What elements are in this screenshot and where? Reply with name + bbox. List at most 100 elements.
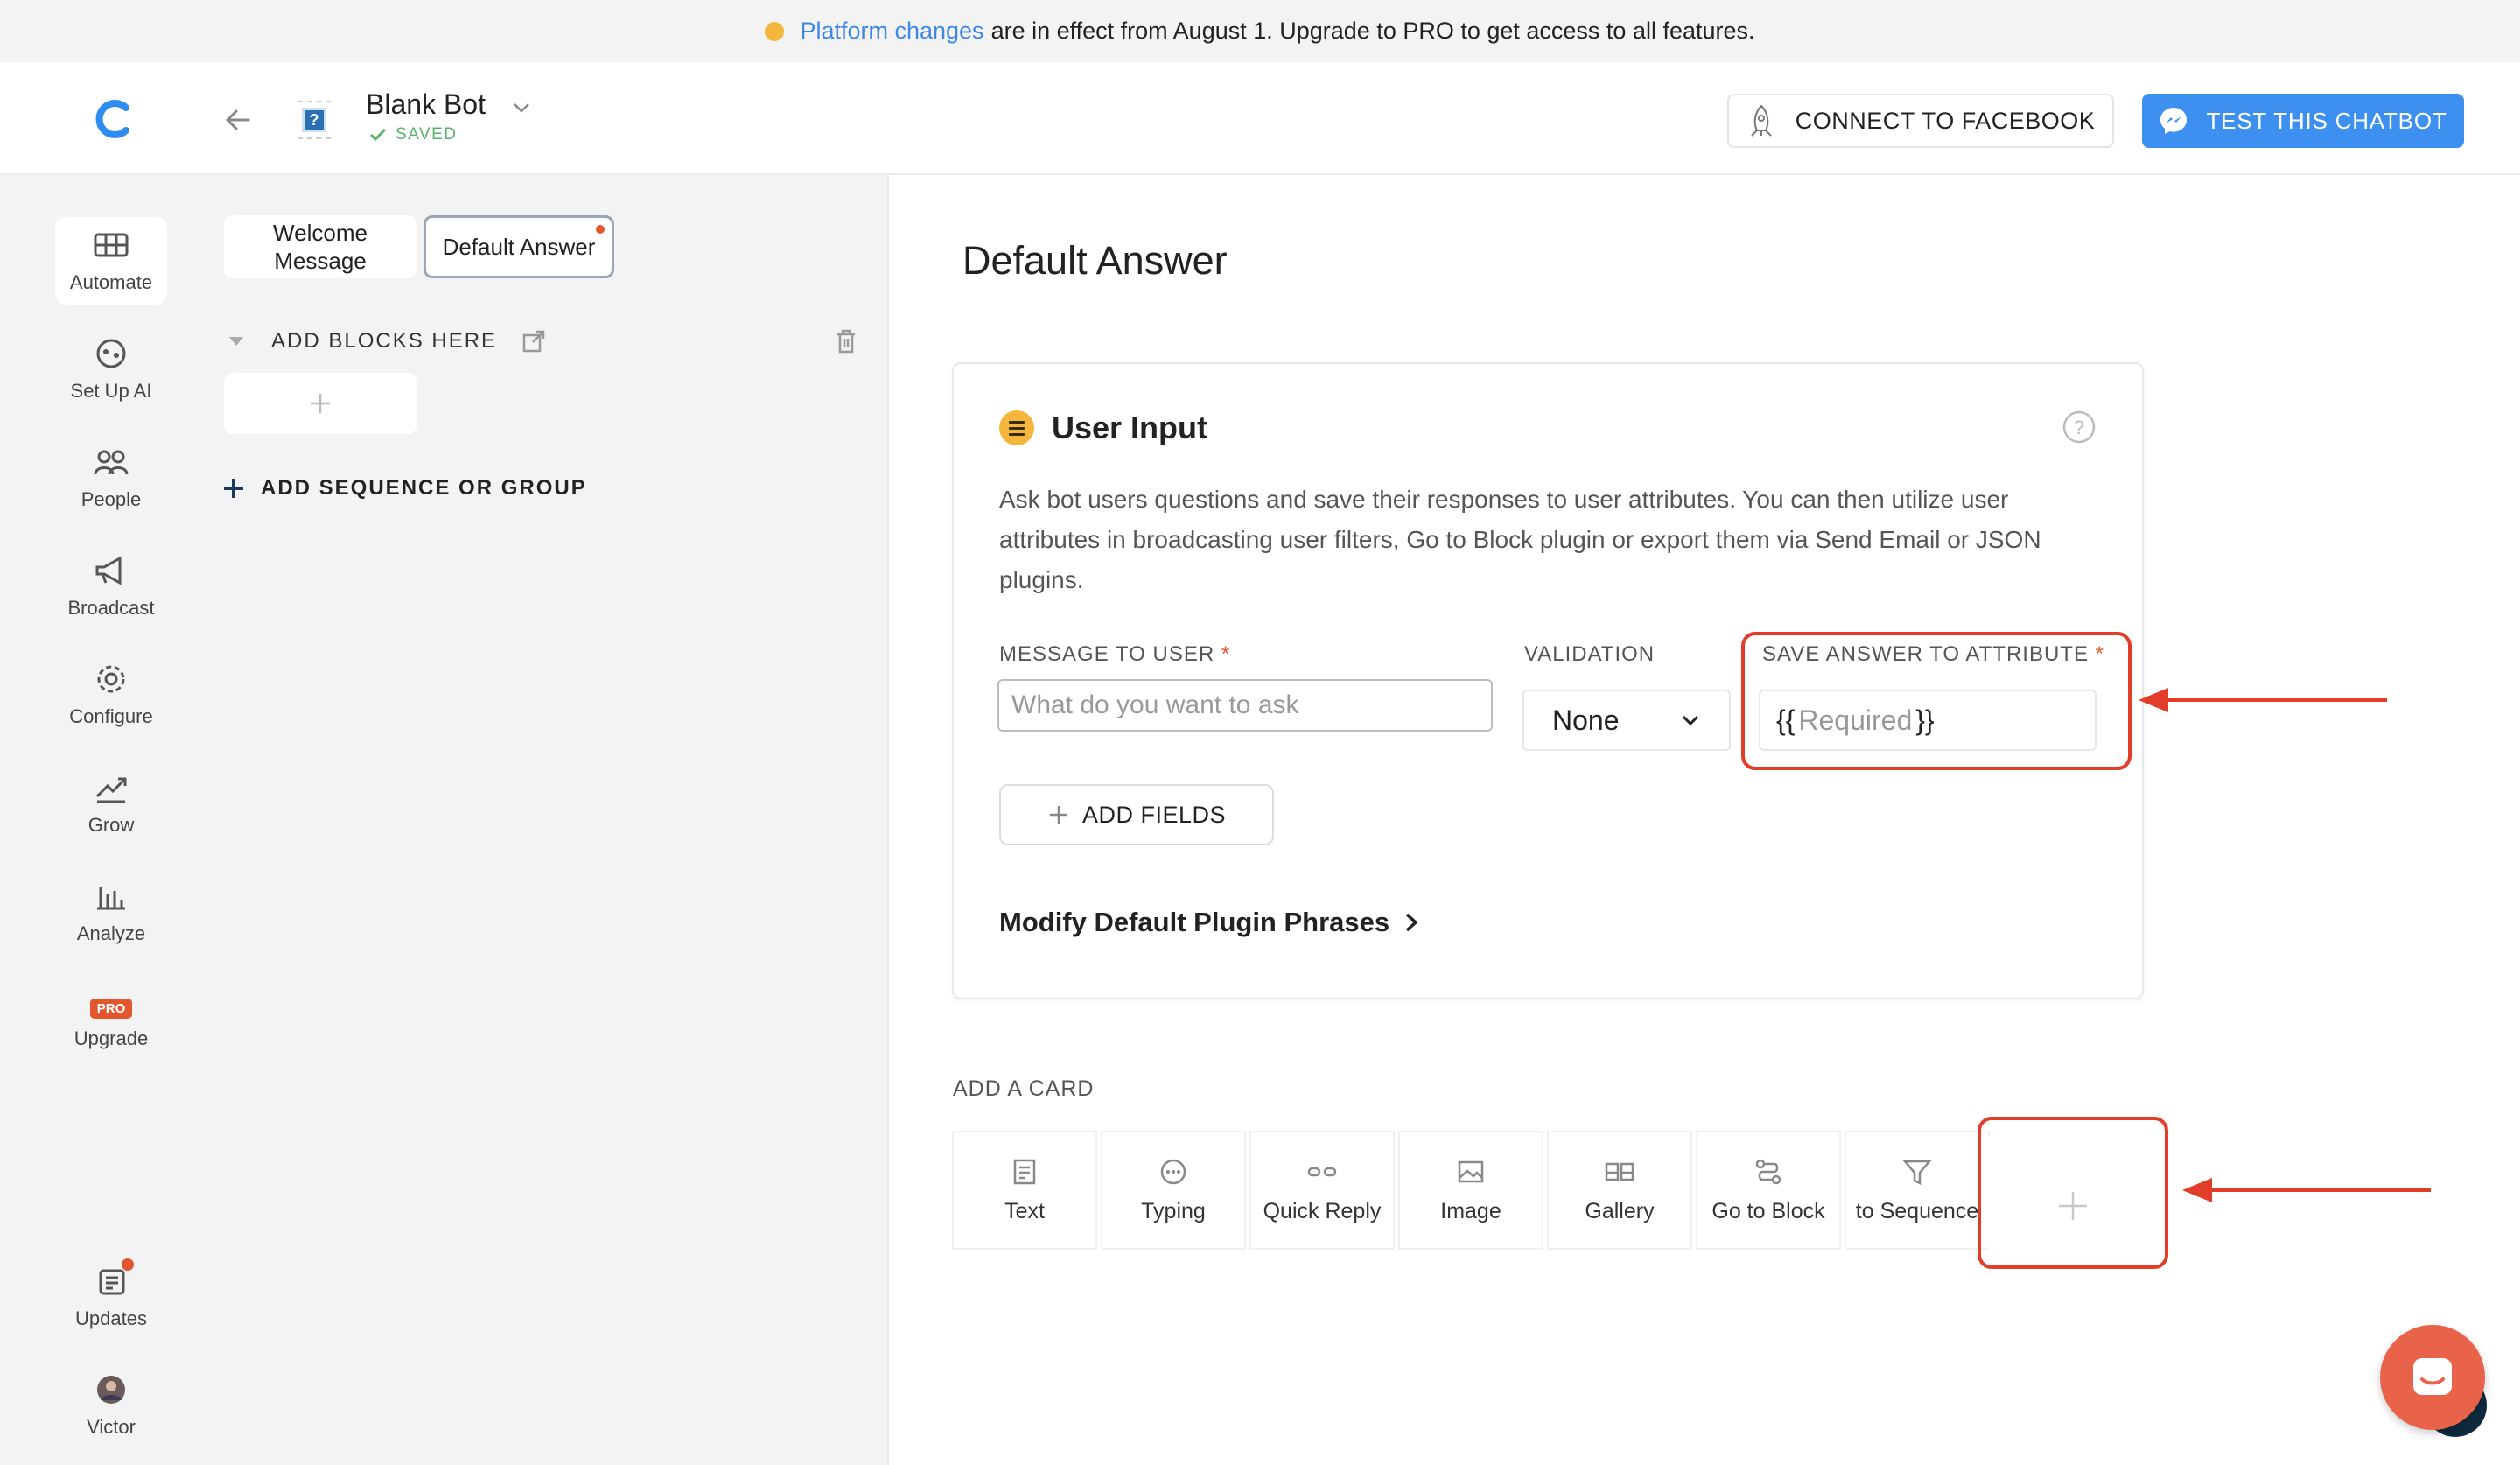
unsaved-dot <box>596 225 605 234</box>
nav-automate[interactable]: Automate <box>55 217 167 305</box>
saved-status: SAVED <box>369 125 458 144</box>
block-welcome-message[interactable]: Welcome Message <box>224 215 416 278</box>
platform-changes-link[interactable]: Platform changes <box>800 18 984 45</box>
connect-facebook-button[interactable]: CONNECT TO FACEBOOK <box>1727 94 2114 148</box>
megaphone-icon <box>95 556 122 585</box>
card-type-image[interactable]: Image <box>1398 1131 1544 1250</box>
group-title[interactable]: ADD BLOCKS HERE <box>271 329 497 354</box>
message-to-user-input[interactable]: What do you want to ask <box>998 679 1493 732</box>
plus-icon <box>224 479 243 498</box>
nav-analyze-label: Analyze <box>76 922 146 944</box>
help-icon[interactable]: ? <box>2062 410 2096 445</box>
card-type-row: Text Typing Quick Reply Image Gallery Go… <box>952 1131 1990 1250</box>
trash-icon[interactable] <box>835 328 858 354</box>
people-icon <box>94 450 129 475</box>
blocks-panel: Welcome Message Default Answer ADD BLOCK… <box>184 175 889 1465</box>
warning-dot-icon <box>765 21 785 41</box>
test-chatbot-label: TEST THIS CHATBOT <box>2206 107 2447 134</box>
saved-label: SAVED <box>396 125 458 144</box>
nav-set-up-ai[interactable]: Set Up AI <box>55 326 167 413</box>
add-sequence-label: ADD SEQUENCE OR GROUP <box>261 476 587 500</box>
quick-reply-icon <box>1307 1167 1337 1176</box>
card-type-gallery[interactable]: Gallery <box>1547 1131 1692 1250</box>
collapse-triangle-icon[interactable] <box>228 335 245 347</box>
card-type-label: to Sequence <box>1855 1198 1979 1223</box>
go-to-block-icon <box>1755 1159 1782 1184</box>
validation-select[interactable]: None <box>1522 690 1731 751</box>
block-default-answer[interactable]: Default Answer <box>424 215 614 278</box>
card-type-to-sequence[interactable]: to Sequence <box>1844 1131 1990 1250</box>
nav-grow-label: Grow <box>88 814 135 836</box>
card-title: User Input <box>1052 410 1208 445</box>
filter-icon <box>1902 1160 1932 1185</box>
nav-profile-label: Victor <box>87 1416 136 1438</box>
chevron-down-icon[interactable] <box>509 95 534 120</box>
nav-grow[interactable]: Grow <box>55 760 167 847</box>
nav-configure[interactable]: Configure <box>55 651 167 739</box>
nav-updates-label: Updates <box>75 1307 147 1329</box>
attribute-highlight-box <box>1741 632 2132 770</box>
plus-icon <box>311 394 330 413</box>
add-fields-button[interactable]: ADD FIELDS <box>999 784 1274 845</box>
image-icon <box>1458 1160 1484 1182</box>
rocket-icon <box>1750 104 1772 137</box>
nav-profile[interactable]: Victor <box>55 1362 167 1449</box>
nav-analyze[interactable]: Analyze <box>55 868 167 956</box>
back-arrow-icon[interactable] <box>220 102 256 137</box>
modify-phrases-link[interactable]: Modify Default Plugin Phrases <box>999 907 1419 938</box>
card-type-label: Go to Block <box>1712 1198 1825 1223</box>
more-cards-highlight-box <box>1978 1117 2168 1269</box>
chat-support-button[interactable] <box>2380 1325 2485 1430</box>
card-type-label: Quick Reply <box>1263 1198 1382 1223</box>
card-header: User Input <box>999 410 1208 446</box>
bot-name[interactable]: Blank Bot <box>366 88 486 121</box>
chatfuel-logo-icon[interactable] <box>91 97 135 141</box>
card-type-go-to-block[interactable]: Go to Block <box>1696 1131 1841 1250</box>
block-default-answer-label: Default Answer <box>442 234 596 260</box>
announcement-banner: Platform changes are in effect from Augu… <box>0 0 2520 62</box>
nav-automate-label: Automate <box>69 271 153 293</box>
avatar <box>97 1376 125 1404</box>
card-type-typing[interactable]: Typing <box>1101 1131 1246 1250</box>
card-type-text[interactable]: Text <box>952 1131 1097 1250</box>
bot-avatar-icon[interactable]: ? <box>298 101 331 139</box>
required-mark: * <box>1221 642 1231 666</box>
nav-people[interactable]: People <box>55 434 167 522</box>
test-chatbot-button[interactable]: TEST THIS CHATBOT <box>2142 94 2464 148</box>
page-title[interactable]: Default Answer <box>962 238 1228 284</box>
card-type-label: Gallery <box>1585 1198 1655 1223</box>
card-type-label: Text <box>1004 1198 1045 1223</box>
red-arrow-icon <box>2138 688 2387 712</box>
message-label-text: MESSAGE TO USER <box>999 642 1215 666</box>
add-sequence-button[interactable]: ADD SEQUENCE OR GROUP <box>222 476 587 501</box>
text-icon <box>1013 1159 1036 1184</box>
nav-configure-label: Configure <box>69 705 153 727</box>
nav-broadcast[interactable]: Broadcast <box>55 543 167 630</box>
validation-label: VALIDATION <box>1524 642 1656 666</box>
red-arrow-icon <box>2182 1178 2431 1202</box>
nav-upgrade-label: Upgrade <box>74 1027 149 1049</box>
grow-icon <box>95 777 127 803</box>
chat-icon <box>2413 1358 2452 1395</box>
automate-icon <box>94 233 129 257</box>
nav-ai-label: Set Up AI <box>70 380 152 402</box>
chart-icon <box>97 887 125 910</box>
nav-upgrade[interactable]: PRO Upgrade <box>55 980 167 1068</box>
add-block-button[interactable] <box>224 373 416 434</box>
nav-broadcast-label: Broadcast <box>67 597 155 619</box>
add-fields-label: ADD FIELDS <box>1082 801 1227 828</box>
check-icon <box>369 128 387 142</box>
top-header: ? Blank Bot SAVED CONNECT TO FACEBOOK TE… <box>0 62 2520 175</box>
card-description: Ask bot users questions and save their r… <box>999 486 2041 593</box>
chevron-down-icon <box>1682 715 1699 726</box>
banner-text: are in effect from August 1. Upgrade to … <box>990 18 1755 44</box>
card-type-quick-reply[interactable]: Quick Reply <box>1250 1131 1395 1250</box>
validation-value: None <box>1552 704 1620 736</box>
plus-icon <box>1049 806 1068 824</box>
group-header: ADD BLOCKS HERE <box>228 324 858 359</box>
nav-updates[interactable]: Updates <box>55 1253 167 1341</box>
ai-icon <box>96 339 126 368</box>
external-link-icon[interactable] <box>522 329 546 354</box>
message-label: MESSAGE TO USER * <box>999 642 1230 667</box>
nav-people-label: People <box>80 488 142 510</box>
